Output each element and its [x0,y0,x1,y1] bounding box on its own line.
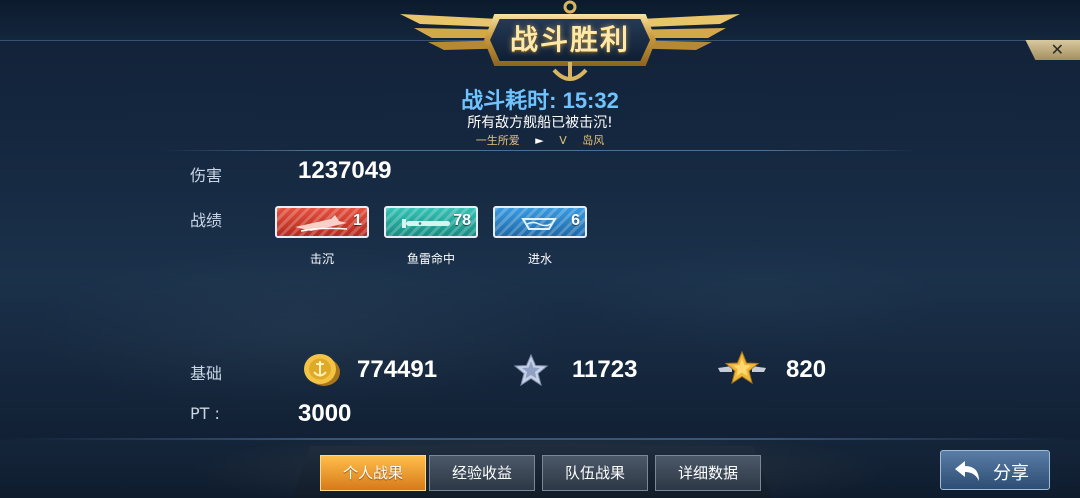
medal-flooding-caption: 进水 [527,252,552,266]
flooding-icon [521,218,557,230]
tab-experience-gain[interactable]: 经验收益 [429,455,535,491]
duration-value: 15:32 [562,88,619,113]
return-arrow-icon [955,461,979,481]
result-message: 所有敌方舰船已被击沉! [467,115,613,131]
tab-detailed-data[interactable]: 详细数据 [655,455,761,491]
tab-personal-results[interactable]: 个人战果 [320,455,426,491]
mvp-ship: 岛风 [582,134,605,147]
damage-label: 伤害 [190,166,223,185]
panel-divider [0,438,1080,440]
medal-torpedo[interactable]: 78 [384,206,478,238]
medal-sinking-count: 1 [353,212,362,229]
medal-torpedo-count: 78 [453,212,471,229]
victory-emblem: 战斗胜利 [400,0,740,84]
share-label: 分享 [993,463,1029,484]
record-label: 战绩 [190,211,223,230]
share-button[interactable]: 分享 [940,450,1050,490]
anchor-ring-icon [563,0,577,14]
gold-value: 774491 [357,356,438,383]
damage-value: 1237049 [298,157,392,184]
gold-coin-icon [304,354,340,386]
pt-label: PT : [190,404,220,423]
gold-star-value: 820 [786,356,827,383]
medal-sinking[interactable]: 1 [275,206,369,238]
silver-star-value: 11723 [572,356,638,383]
summary-divider [160,150,920,151]
medal-flooding[interactable]: 6 [493,206,587,238]
medal-flooding-count: 6 [571,212,580,229]
mvp-rank: V [559,134,567,147]
medal-sinking-caption: 击沉 [309,252,334,266]
sinking-ship-icon [295,215,348,232]
tab-team-results[interactable]: 队伍战果 [542,455,648,491]
battle-duration: 战斗耗时: 15:32 [0,83,1080,115]
mvp-line: 一生所爱 ► V 岛风 [0,132,1080,148]
gold-star-icon [718,350,766,385]
victory-title: 战斗胜利 [509,23,630,56]
anchor-icon [552,62,588,81]
mvp-player: 一生所爱 [475,134,520,147]
silver-star-icon [514,354,548,386]
torpedo-icon [402,219,450,228]
pt-value: 3000 [298,400,352,427]
mvp-arrow-icon: ► [535,134,544,147]
medal-torpedo-caption: 鱼雷命中 [406,252,455,266]
duration-label: 战斗耗时: [461,88,557,113]
base-label: 基础 [190,364,223,383]
